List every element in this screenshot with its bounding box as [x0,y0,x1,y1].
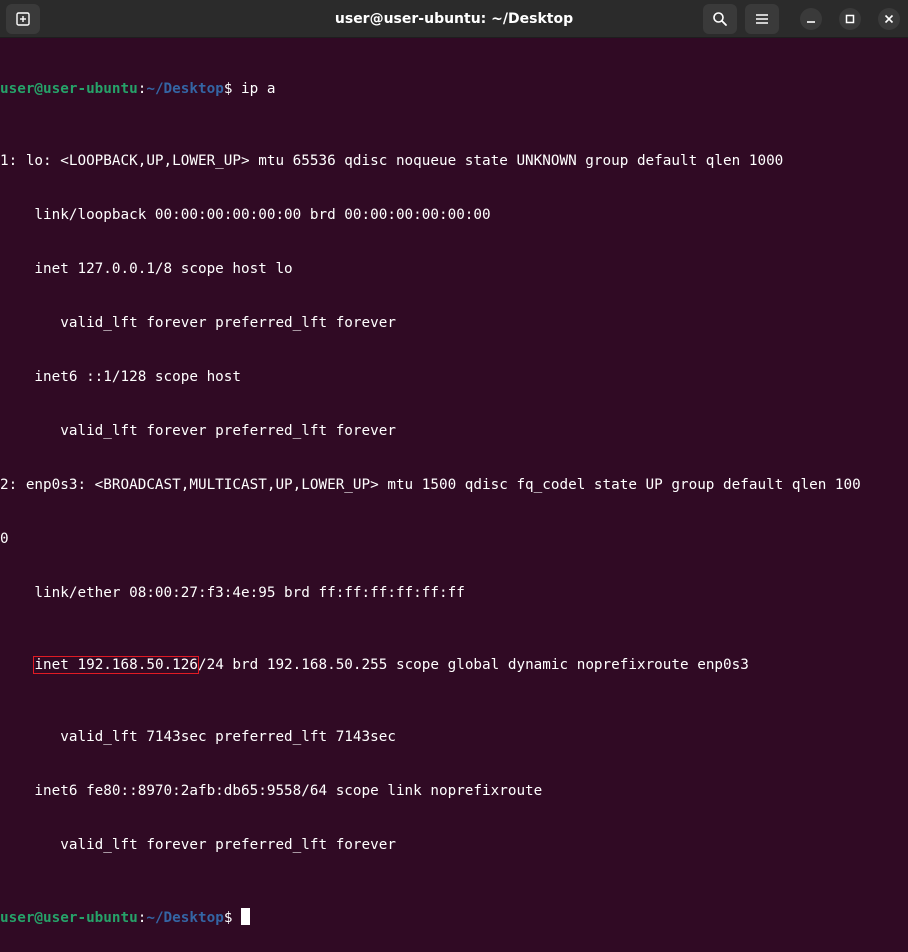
maximize-icon [845,14,855,24]
output-line: 2: enp0s3: <BROADCAST,MULTICAST,UP,LOWER… [0,477,861,493]
output-line: inet6 ::1/128 scope host [0,369,242,385]
prompt-line: user@user-ubuntu:~/Desktop$ ip a [0,80,908,98]
minimize-button[interactable] [800,8,822,30]
command-text: ip a [232,81,276,97]
prompt-user: user@user-ubuntu [0,910,138,926]
terminal-window: user@user-ubuntu: ~/Desktop user@user-ub… [0,0,908,926]
text-cursor [241,908,251,925]
highlighted-output-line: inet 192.168.50.126/24 brd 192.168.50.25… [0,656,908,674]
prompt-line: user@user-ubuntu:~/Desktop$ [0,908,908,926]
output-line: 0 [0,531,9,547]
menu-button[interactable] [745,4,779,34]
minimize-icon [807,21,815,23]
highlighted-ip-address: inet 192.168.50.126 [33,656,199,674]
prompt-separator: : [137,910,147,926]
hamburger-menu-icon [756,14,768,24]
output-line: 1: lo: <LOOPBACK,UP,LOWER_UP> mtu 65536 … [0,153,784,169]
output-line: link/loopback 00:00:00:00:00:00 brd 00:0… [0,207,491,223]
output-line: inet 127.0.0.1/8 scope host lo [0,261,293,277]
line-rest: /24 brd 192.168.50.255 scope global dyna… [197,657,749,673]
terminal-output[interactable]: user@user-ubuntu:~/Desktop$ ip a 1: lo: … [0,44,908,926]
output-line: valid_lft 7143sec preferred_lft 7143sec [0,729,396,745]
prompt-path: ~/Desktop [146,910,224,926]
output-line: inet6 fe80::8970:2afb:db65:9558/64 scope… [0,783,543,799]
title-bar[interactable]: user@user-ubuntu: ~/Desktop [0,0,908,38]
search-icon [713,12,727,26]
output-line: valid_lft forever preferred_lft forever [0,423,396,439]
prompt-path: ~/Desktop [146,81,224,97]
search-button[interactable] [703,4,737,34]
output-line: valid_lft forever preferred_lft forever [0,837,396,853]
scrollbar[interactable] [904,44,908,476]
close-icon [884,14,894,24]
close-button[interactable] [878,8,900,30]
maximize-button[interactable] [839,8,861,30]
output-line: valid_lft forever preferred_lft forever [0,315,396,331]
prompt-user: user@user-ubuntu [0,81,138,97]
output-line: link/ether 08:00:27:f3:4e:95 brd ff:ff:f… [0,585,465,601]
prompt-symbol: $ [223,910,242,926]
